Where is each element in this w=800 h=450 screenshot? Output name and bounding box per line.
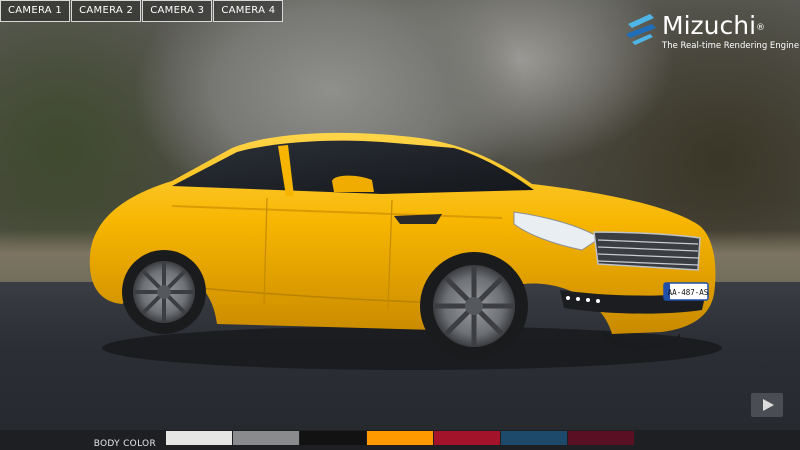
camera-tab-4[interactable]: CAMERA 4 [213,0,284,22]
color-swatch-2[interactable] [233,431,299,445]
color-swatch-7[interactable] [568,431,634,445]
camera-tab-3[interactable]: CAMERA 3 [142,0,213,22]
viewer-stage: AA-487-AS CAMERA 1 CAMERA 2 CAMERA 3 CAM… [0,0,800,450]
body-color-label: BODY COLOR [93,439,156,449]
logo-name: Mizuchi [662,11,757,40]
body-color-bar: BODY COLOR [0,430,800,450]
color-swatch-3[interactable] [300,431,366,445]
color-swatch-1[interactable] [166,431,232,445]
mizuchi-logo: Mizuchi® The Real-time Rendering Engine [624,12,799,51]
license-plate-text: AA-487-AS [668,288,709,297]
color-swatch-4[interactable] [367,431,433,445]
camera-tab-2[interactable]: CAMERA 2 [71,0,142,22]
front-wheel [420,252,528,360]
color-swatch-6[interactable] [501,431,567,445]
mizuchi-logo-icon [626,14,656,45]
registered-mark: ® [756,23,766,33]
play-icon [763,399,774,411]
camera-tabs: CAMERA 1 CAMERA 2 CAMERA 3 CAMERA 4 [0,0,284,22]
car-render: AA-487-AS [89,132,722,370]
logo-tagline: The Real-time Rendering Engine [662,41,800,51]
color-swatch-list [166,430,635,450]
camera-tab-1[interactable]: CAMERA 1 [0,0,71,22]
play-button[interactable] [751,393,783,417]
rear-wheel [122,250,206,334]
color-swatch-5[interactable] [434,431,500,445]
